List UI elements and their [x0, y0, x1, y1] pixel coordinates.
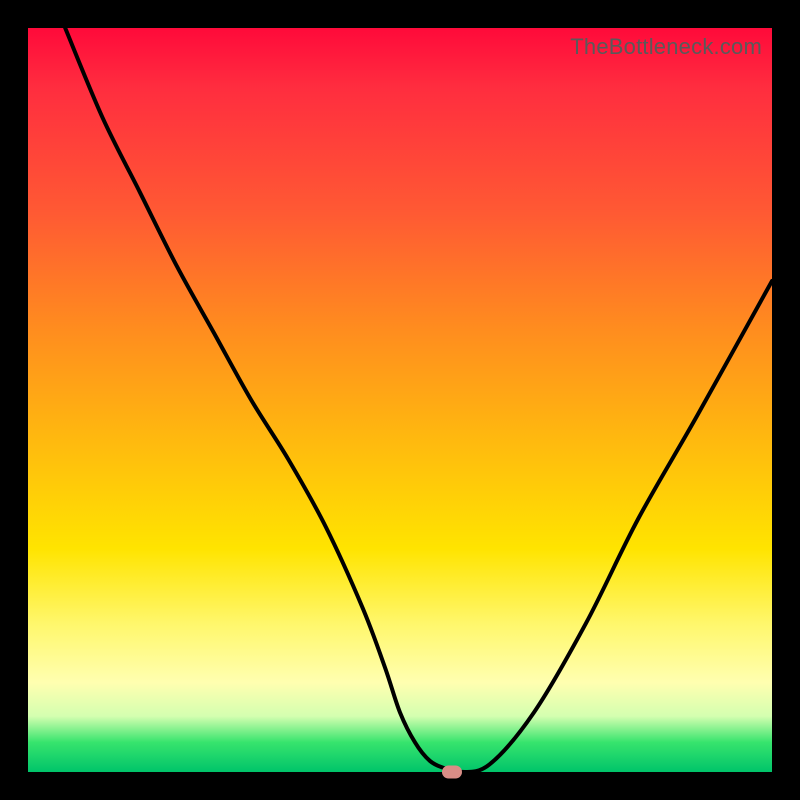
curve-path	[65, 28, 772, 772]
watermark-text: TheBottleneck.com	[570, 34, 762, 60]
plot-area: TheBottleneck.com	[28, 28, 772, 772]
chart-frame: TheBottleneck.com	[0, 0, 800, 800]
optimal-point-marker	[442, 766, 462, 779]
bottleneck-curve	[28, 28, 772, 772]
